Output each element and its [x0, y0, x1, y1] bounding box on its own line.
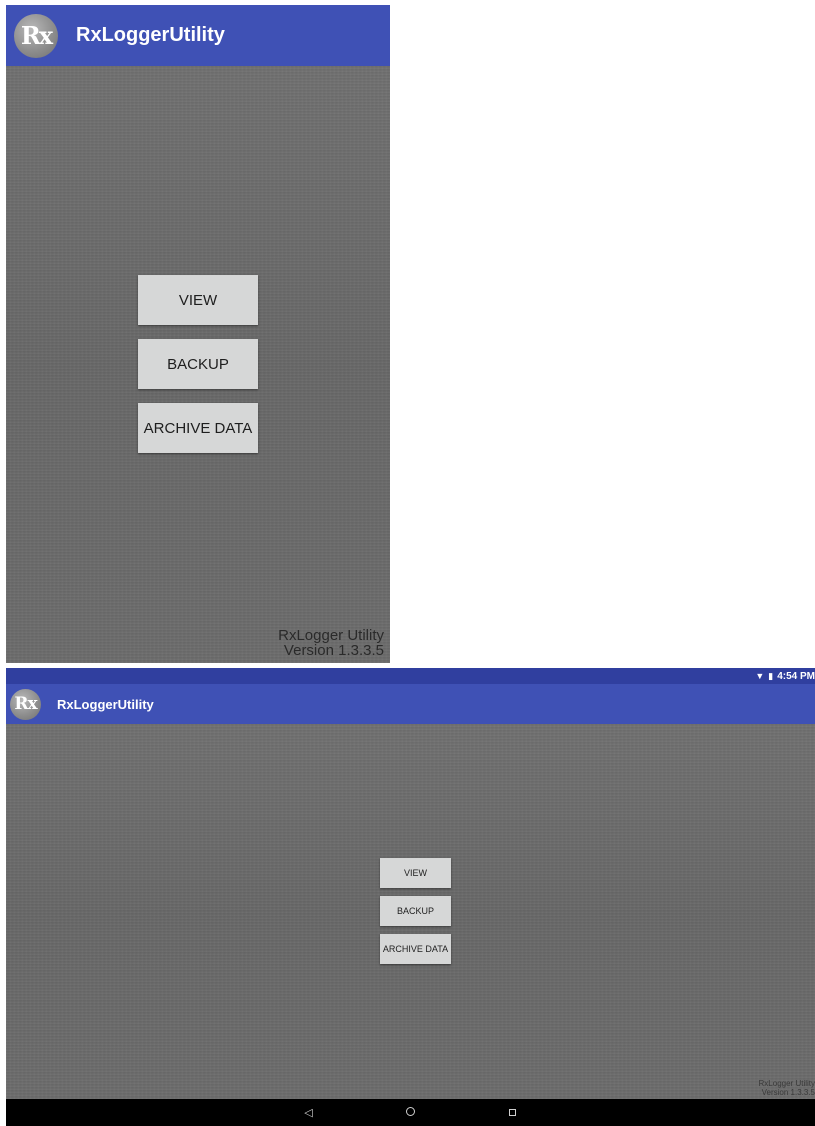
backup-button[interactable]: BACKUP: [380, 896, 451, 926]
app-bar: Rx RxLoggerUtility: [6, 5, 390, 66]
version-info: RxLogger Utility Version 1.3.3.5: [278, 626, 384, 660]
back-icon[interactable]: ◁: [258, 1106, 360, 1119]
status-time: 4:54 PM: [777, 670, 815, 682]
view-button[interactable]: VIEW: [138, 275, 258, 325]
recents-button[interactable]: [462, 1107, 564, 1119]
app-title: RxLoggerUtility: [76, 24, 225, 46]
app-title: RxLoggerUtility: [57, 696, 154, 712]
wifi-icon: ▼: [755, 671, 765, 681]
circle-icon: [406, 1106, 415, 1116]
archive-data-button[interactable]: ARCHIVE DATA: [380, 934, 451, 964]
rx-logo-icon: Rx: [10, 688, 41, 720]
screenshot-collage: Rx RxLoggerUtility VIEW BACKUP ARCHIVE D…: [0, 0, 815, 1126]
version-number: Version 1.3.3.5: [761, 1087, 815, 1097]
main-content: VIEW BACKUP ARCHIVE DATA RxLogger Utilit…: [6, 724, 815, 1099]
square-icon: [509, 1108, 516, 1116]
view-button[interactable]: VIEW: [380, 858, 451, 888]
rx-logo-icon: Rx: [14, 13, 58, 58]
version-app-name: RxLogger Utility: [278, 626, 384, 644]
app-bar: Rx RxLoggerUtility: [6, 684, 815, 724]
backup-button[interactable]: BACKUP: [138, 339, 258, 389]
main-content: VIEW BACKUP ARCHIVE DATA RxLogger Utilit…: [6, 66, 390, 663]
version-info: RxLogger Utility Version 1.3.3.5: [759, 1079, 815, 1097]
navigation-bar: ◁: [6, 1099, 815, 1126]
status-bar: ▼ ▮ 4:54 PM: [6, 668, 815, 684]
version-number: Version 1.3.3.5: [283, 642, 384, 660]
home-button[interactable]: [360, 1106, 462, 1119]
battery-icon: ▮: [768, 670, 774, 681]
logo-text: Rx: [20, 20, 53, 50]
logo-text: Rx: [14, 693, 37, 714]
archive-data-button[interactable]: ARCHIVE DATA: [138, 403, 258, 453]
